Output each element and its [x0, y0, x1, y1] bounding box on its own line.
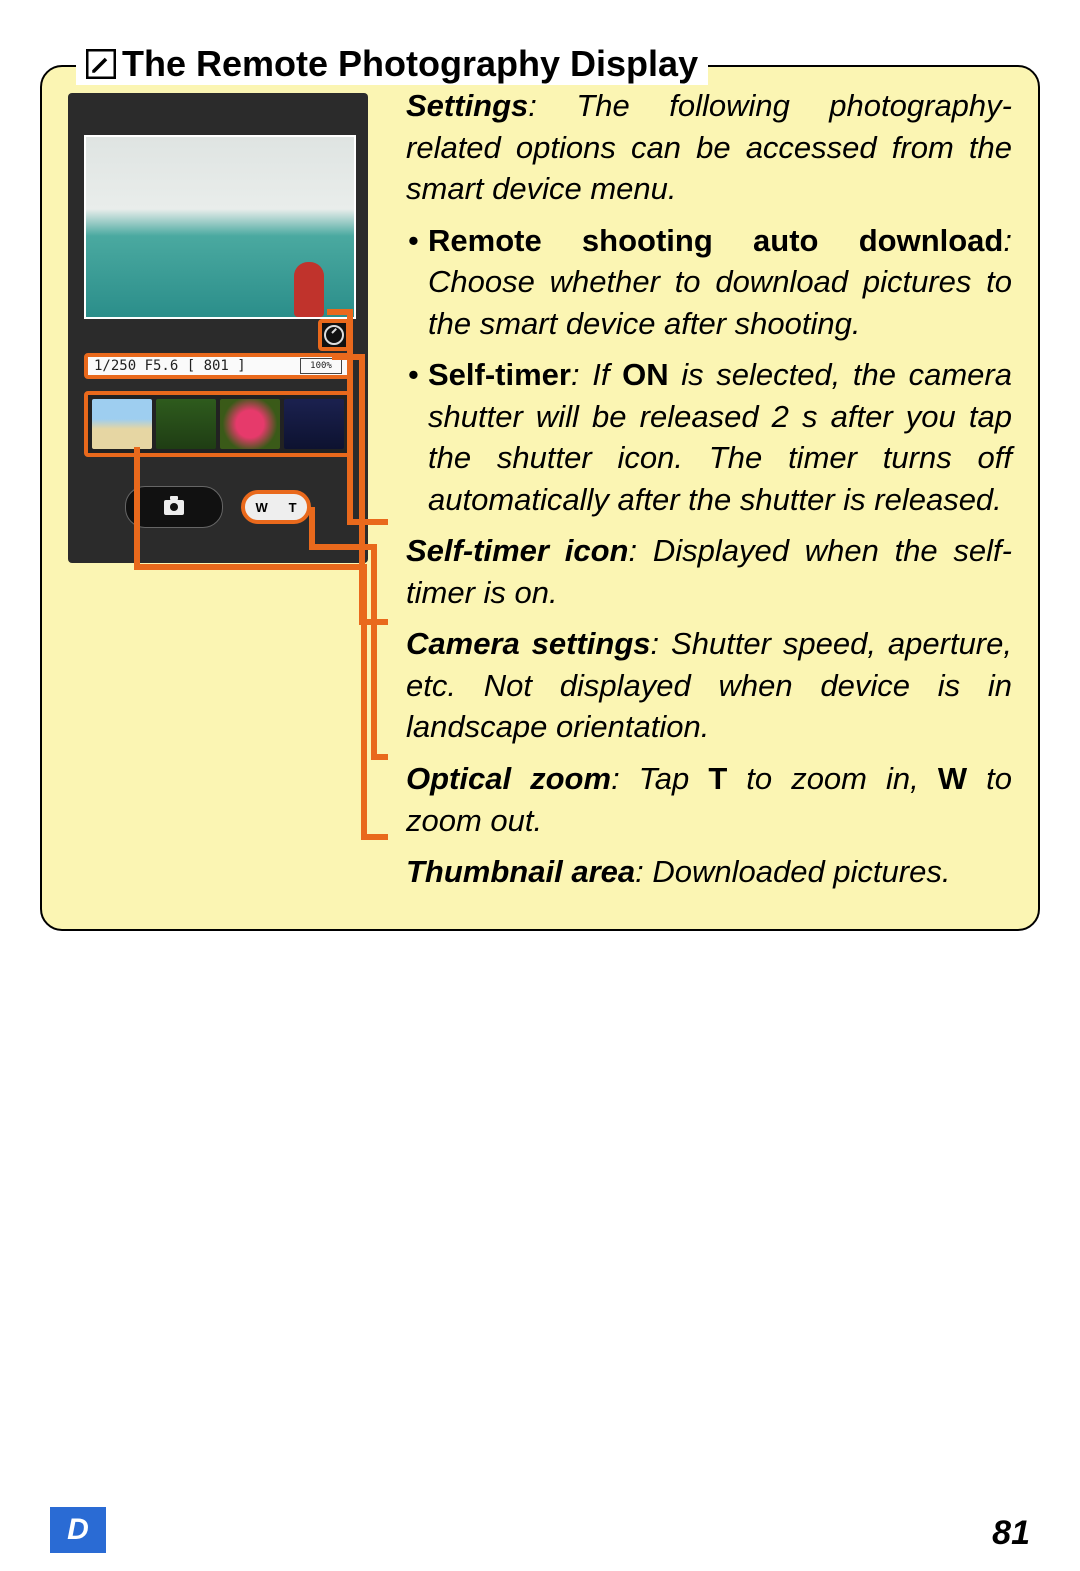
live-view: [84, 135, 356, 319]
info-box-content: 1/250 F5.6 [ 801 ] 100% W T: [68, 85, 1012, 903]
info-box: The Remote Photography Display 1/250 F5.…: [40, 65, 1040, 931]
thumbnail-area-callout: [84, 391, 352, 457]
thumbnail: [284, 399, 344, 449]
callout-self-timer-icon: Self-timer icon: Displayed when the self…: [406, 530, 1012, 613]
section-tab: D: [50, 1507, 106, 1553]
camera-settings-text: 1/250 F5.6 [ 801 ]: [94, 358, 246, 374]
thumbnail: [92, 399, 152, 449]
shutter-button[interactable]: [125, 486, 223, 528]
camera-settings-bar-callout: 1/250 F5.6 [ 801 ] 100%: [84, 353, 352, 379]
illustration-column: 1/250 F5.6 [ 801 ] 100% W T: [68, 85, 388, 903]
cocktail-graphic: [294, 262, 324, 317]
info-box-title-text: The Remote Photography Display: [122, 43, 698, 85]
thumbnail: [220, 399, 280, 449]
battery-indicator: 100%: [300, 358, 342, 374]
optical-zoom-callout[interactable]: W T: [241, 490, 311, 524]
timer-icon: [324, 325, 344, 345]
thumbnail: [156, 399, 216, 449]
self-timer-icon-callout: [318, 319, 350, 351]
page-number: 81: [992, 1514, 1030, 1553]
settings-intro: Settings: The following photography-rela…: [406, 85, 1012, 210]
phone-mockup: 1/250 F5.6 [ 801 ] 100% W T: [68, 93, 368, 563]
description-column: Settings: The following photography-rela…: [406, 85, 1012, 903]
bullet-auto-download: Remote shooting auto download: Choose wh…: [406, 220, 1012, 345]
camera-icon: [164, 500, 184, 515]
callout-thumbnail-area: Thumbnail area: Downloaded pictures.: [406, 851, 1012, 893]
callout-optical-zoom: Optical zoom: Tap T to zoom in, W to zoo…: [406, 758, 1012, 841]
control-row: W T: [84, 481, 352, 533]
zoom-wide-label: W: [255, 500, 267, 515]
info-box-title: The Remote Photography Display: [76, 43, 708, 85]
page-footer: D 81: [0, 1501, 1080, 1571]
pencil-icon: [86, 49, 116, 79]
callout-camera-settings: Camera settings: Shutter speed, aperture…: [406, 623, 1012, 748]
zoom-tele-label: T: [289, 500, 297, 515]
bullet-self-timer: Self-timer: If ON is selected, the camer…: [406, 354, 1012, 520]
